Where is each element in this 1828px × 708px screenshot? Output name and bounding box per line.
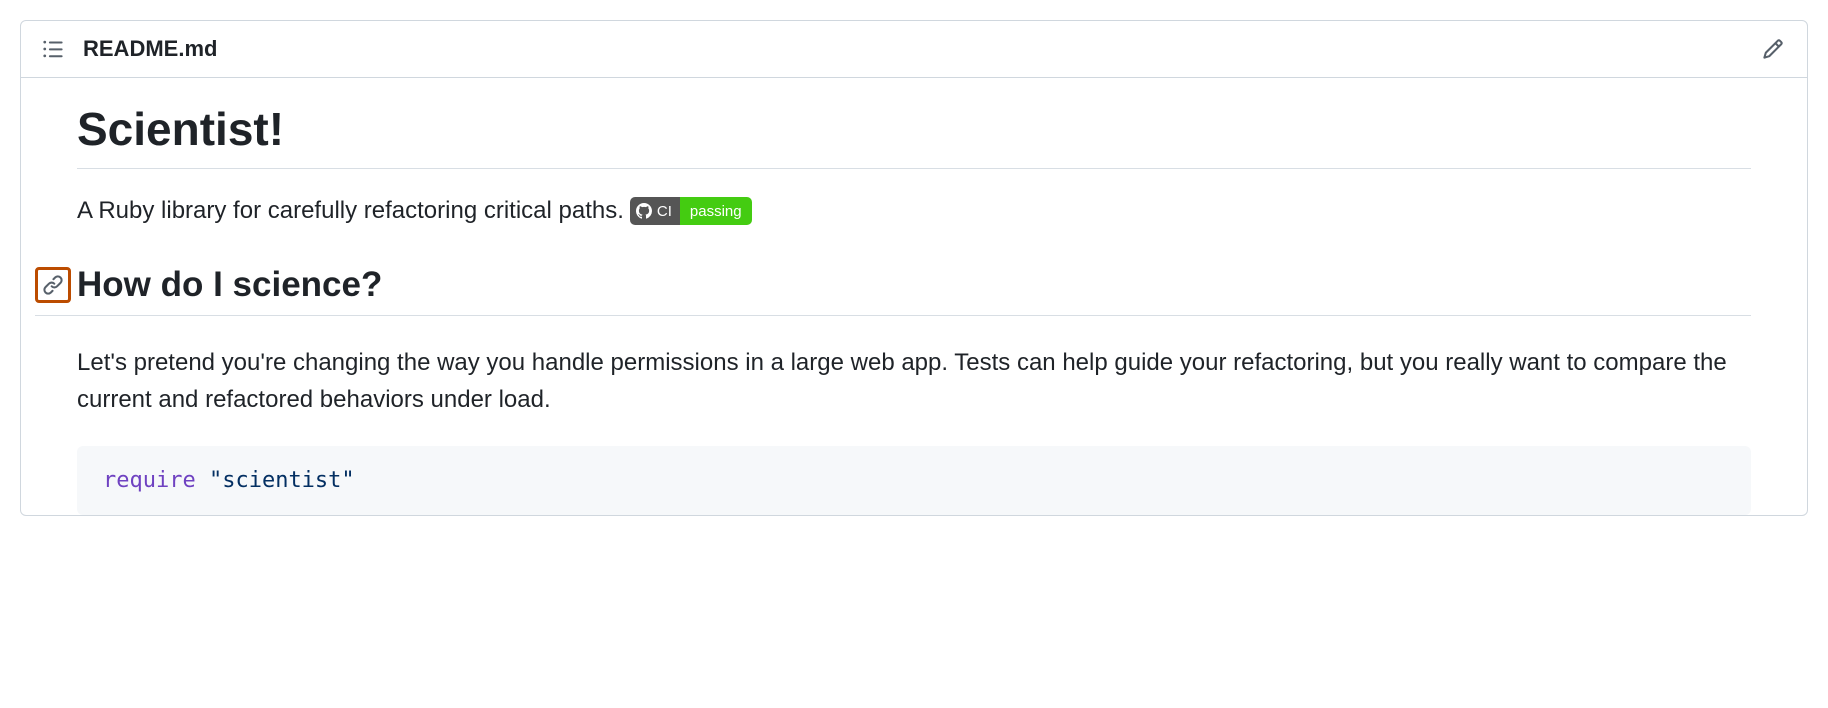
filename[interactable]: README.md bbox=[83, 36, 217, 62]
code-string: "scientist" bbox=[209, 468, 355, 493]
code-keyword: require bbox=[103, 468, 196, 493]
ci-badge[interactable]: CI passing bbox=[630, 197, 752, 225]
badge-label: CI bbox=[657, 203, 672, 220]
badge-label-section: CI bbox=[630, 197, 680, 225]
pencil-icon bbox=[1762, 38, 1784, 60]
code-block: require "scientist" bbox=[77, 446, 1751, 515]
section-heading-row: How do I science? bbox=[35, 265, 1751, 316]
description-row: A Ruby library for carefully refactoring… bbox=[77, 197, 1751, 225]
list-icon bbox=[42, 38, 64, 60]
page-title: Scientist! bbox=[77, 102, 1751, 169]
section-heading: How do I science? bbox=[77, 265, 382, 305]
description-text: A Ruby library for carefully refactoring… bbox=[77, 197, 624, 225]
readme-content: Scientist! A Ruby library for carefully … bbox=[21, 78, 1807, 515]
anchor-link[interactable] bbox=[35, 267, 71, 303]
github-icon bbox=[636, 203, 652, 219]
edit-button[interactable] bbox=[1759, 35, 1787, 63]
readme-container: README.md Scientist! A Ruby library for … bbox=[20, 20, 1808, 516]
table-of-contents-button[interactable] bbox=[41, 37, 65, 61]
link-icon bbox=[42, 274, 64, 296]
badge-status: passing bbox=[680, 197, 752, 225]
header-left: README.md bbox=[41, 36, 217, 62]
readme-header: README.md bbox=[21, 21, 1807, 78]
section-body: Let's pretend you're changing the way yo… bbox=[77, 344, 1751, 418]
